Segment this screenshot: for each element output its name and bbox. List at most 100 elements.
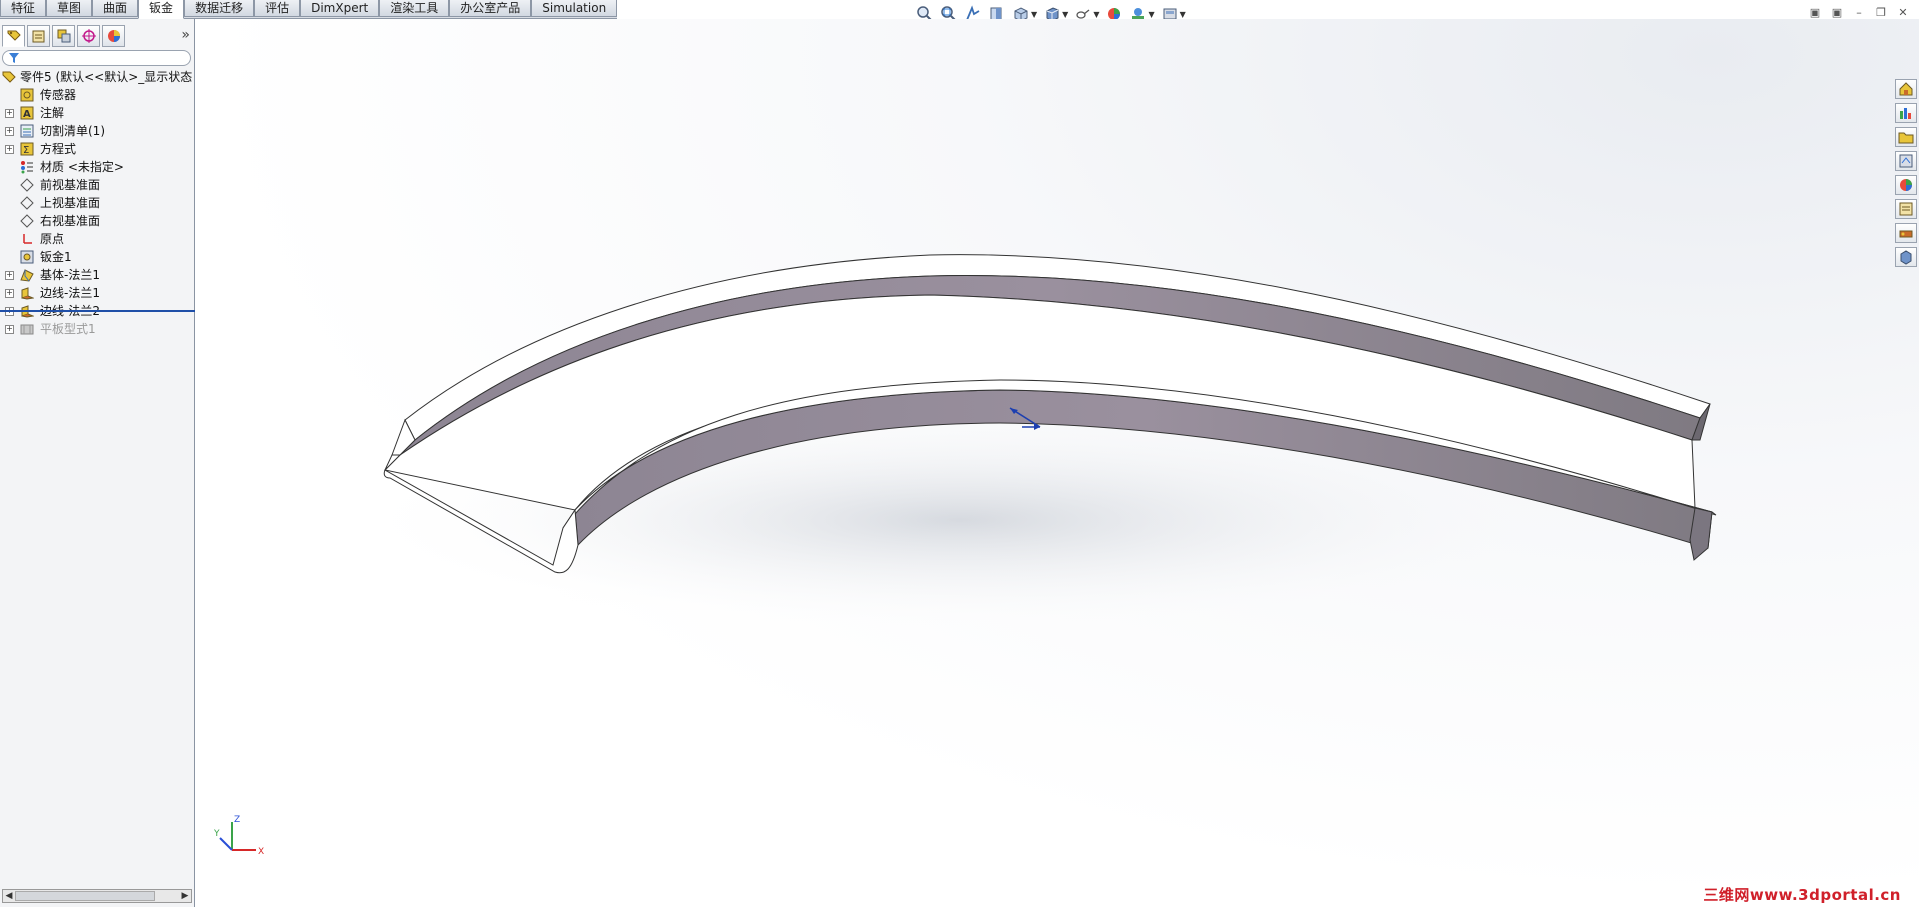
annotations-icon: A <box>20 106 34 120</box>
tab-1[interactable]: 草图 <box>46 0 93 17</box>
design-library-icon <box>1900 108 1911 119</box>
tree-item[interactable]: 原点 <box>0 230 195 248</box>
flat-pattern-icon <box>20 324 34 335</box>
expand-panel-button[interactable]: » <box>181 27 190 43</box>
scroll-left-icon[interactable]: ◀ <box>3 890 15 902</box>
tree-item[interactable]: 钣金1 <box>0 248 195 266</box>
cascade-icon[interactable]: ▣ <box>1829 6 1845 20</box>
tree-item-label: 右视基准面 <box>40 214 101 228</box>
3d-content-icon <box>1900 250 1912 265</box>
taskpane-3d-content-button[interactable] <box>1895 247 1917 267</box>
tree-item-label: 原点 <box>40 232 65 246</box>
restore-button[interactable]: ❐ <box>1873 6 1889 20</box>
tree-filter-input[interactable] <box>2 50 191 66</box>
tree-item-label: 前视基准面 <box>40 178 101 192</box>
tree-item-label: 注解 <box>40 106 65 120</box>
custom-properties-icon <box>1899 202 1913 216</box>
tree-item-label: 平板型式1 <box>40 322 96 336</box>
rollback-bar[interactable] <box>0 310 195 312</box>
watermark: 三维网www.3dportal.cn <box>1703 886 1901 904</box>
task-pane <box>1895 79 1919 267</box>
tile-icon[interactable]: ▣ <box>1807 6 1823 20</box>
expand-toggle-icon[interactable]: + <box>5 325 14 334</box>
resources-icon <box>1899 82 1913 96</box>
tree-item[interactable]: 上视基准面 <box>0 194 195 212</box>
window-controls: ▣ ▣ – ❐ ✕ <box>1807 6 1911 20</box>
featuremanager-icon <box>7 30 21 41</box>
expand-toggle-icon[interactable]: + <box>5 145 14 154</box>
propertymanager-tab[interactable] <box>27 25 50 47</box>
plane-icon <box>20 214 34 228</box>
svg-text:A: A <box>23 109 31 120</box>
material-icon <box>21 161 33 174</box>
tree-item[interactable]: 材质 <未指定> <box>0 158 195 176</box>
tree-item[interactable]: + 切割清单(1) <box>0 122 195 140</box>
tree-item[interactable]: 传感器 <box>0 86 195 104</box>
dimxpertmanager-tab[interactable] <box>77 25 100 47</box>
command-manager-tabs: 特征 草图 曲面 钣金 数据迁移 评估 DimXpert 渲染工具 办公室产品 Simulatio… <box>0 0 618 19</box>
sheet-metal-model[interactable] <box>196 19 1919 907</box>
feature-manager-panel: » 零件5 (默认<<默认>_显示状态 传感器 + A 注解 + 切割清单(1) + Σ 方程式… <box>0 19 195 907</box>
svg-text:Σ: Σ <box>23 145 29 156</box>
taskpane-custom-properties-button[interactable] <box>1895 199 1917 219</box>
tree-item[interactable]: + Σ 方程式 <box>0 140 195 158</box>
manager-tabs <box>2 25 125 47</box>
displaymanager-tab[interactable] <box>102 25 125 47</box>
taskpane-resources-button[interactable] <box>1895 79 1917 99</box>
expand-toggle-icon[interactable]: + <box>5 289 14 298</box>
tab-3[interactable]: 钣金 <box>138 0 185 19</box>
taskpane-toolbox-button[interactable] <box>1895 223 1917 243</box>
tree-root-part[interactable]: 零件5 (默认<<默认>_显示状态 <box>0 68 195 86</box>
dimxpertmanager-icon <box>81 29 96 43</box>
triad-y-label: Y <box>213 829 220 839</box>
configurationmanager-tab[interactable] <box>52 25 75 47</box>
file-explorer-icon <box>1898 132 1914 144</box>
tree-item[interactable]: + 边线-法兰1 <box>0 284 195 302</box>
scroll-thumb[interactable] <box>15 891 155 901</box>
propertymanager-icon <box>32 30 44 43</box>
expand-toggle-icon[interactable]: + <box>5 109 14 118</box>
graphics-area[interactable] <box>196 19 1919 907</box>
scroll-right-icon[interactable]: ▶ <box>179 890 191 902</box>
taskpane-view-palette-button[interactable] <box>1895 151 1917 171</box>
expand-toggle-icon[interactable]: + <box>5 271 14 280</box>
tree-item[interactable]: 前视基准面 <box>0 176 195 194</box>
cut-list-icon <box>20 124 34 138</box>
panel-horizontal-scrollbar[interactable]: ◀ ▶ <box>2 889 192 903</box>
part-icon <box>2 71 16 83</box>
appearances-icon <box>1900 179 1912 191</box>
tree-item-label: 切割清单(1) <box>40 124 105 138</box>
tab-2[interactable]: 曲面 <box>92 0 139 17</box>
featuremanager-tab[interactable] <box>2 25 25 47</box>
tree-item-label: 方程式 <box>40 142 77 156</box>
toolbox-icon <box>1899 230 1913 238</box>
displaymanager-icon <box>107 30 120 42</box>
tree-item[interactable]: + 平板型式1 <box>0 320 195 338</box>
tree-item-label: 传感器 <box>40 88 77 102</box>
taskpane-design-library-button[interactable] <box>1895 103 1917 123</box>
plane-icon <box>20 178 34 192</box>
taskpane-appearances-button[interactable] <box>1895 175 1917 195</box>
expand-toggle-icon[interactable]: + <box>5 127 14 136</box>
tab-9[interactable]: Simulation <box>531 0 618 17</box>
feature-tree: 零件5 (默认<<默认>_显示状态 传感器 + A 注解 + 切割清单(1) + Σ 方程式材质… <box>0 68 195 338</box>
plane-icon <box>20 196 34 210</box>
tree-item[interactable]: + A 注解 <box>0 104 195 122</box>
tree-item[interactable]: + 基体-法兰1 <box>0 266 195 284</box>
tree-item-label: 钣金1 <box>40 250 72 264</box>
tree-root-label: 零件5 (默认<<默认>_显示状态 <box>20 70 193 84</box>
triad-x-label: X <box>258 847 264 857</box>
triad-z-label: Z <box>234 815 240 825</box>
minimize-button[interactable]: – <box>1851 6 1867 20</box>
taskpane-file-explorer-button[interactable] <box>1895 127 1917 147</box>
tab-8[interactable]: 办公室产品 <box>449 0 532 17</box>
filter-icon <box>9 53 19 63</box>
tree-item[interactable]: 右视基准面 <box>0 212 195 230</box>
close-button[interactable]: ✕ <box>1895 6 1911 20</box>
tab-7[interactable]: 渲染工具 <box>379 0 450 17</box>
view-palette-icon <box>1899 154 1913 168</box>
tab-4[interactable]: 数据迁移 <box>184 0 255 17</box>
tab-6[interactable]: DimXpert <box>300 0 380 17</box>
tab-0[interactable]: 特征 <box>0 0 47 17</box>
tab-5[interactable]: 评估 <box>254 0 301 17</box>
